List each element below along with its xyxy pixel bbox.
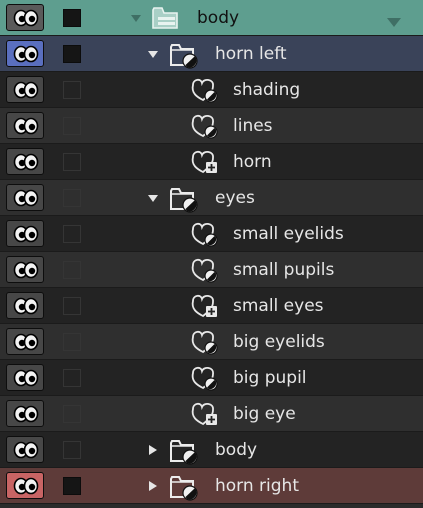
visibility-toggle[interactable] — [6, 436, 44, 463]
triangle-down-icon[interactable] — [147, 192, 159, 204]
visibility-toggle[interactable] — [6, 364, 44, 391]
layer-blob-plus-icon — [187, 291, 219, 321]
folder-group-icon — [150, 3, 182, 33]
layer-name[interactable]: shading — [233, 72, 300, 108]
layer-name[interactable]: horn left — [215, 36, 287, 72]
layer-row-small-eyes[interactable]: small eyes — [0, 288, 423, 324]
lock-checkbox[interactable] — [63, 333, 81, 351]
layer-blob-icon — [187, 111, 219, 141]
layer-row-lines[interactable]: lines — [0, 108, 423, 144]
layer-blob-plus-icon — [187, 399, 219, 429]
layer-blob-icon — [187, 255, 219, 285]
layer-name[interactable]: small pupils — [233, 252, 334, 288]
layer-row-horn[interactable]: horn — [0, 144, 423, 180]
triangle-right-icon[interactable] — [147, 480, 159, 492]
layer-name[interactable]: small eyelids — [233, 216, 344, 252]
layer-name[interactable]: big pupil — [233, 360, 307, 396]
layer-name[interactable]: big eyelids — [233, 324, 325, 360]
visibility-toggle[interactable] — [6, 292, 44, 319]
folder-icon — [168, 435, 200, 465]
lock-checkbox[interactable] — [63, 477, 81, 495]
layer-row-body[interactable]: body — [0, 0, 423, 36]
lock-checkbox[interactable] — [63, 369, 81, 387]
layer-row-small-pupils[interactable]: small pupils — [0, 252, 423, 288]
lock-checkbox[interactable] — [63, 261, 81, 279]
lock-checkbox[interactable] — [63, 81, 81, 99]
visibility-toggle[interactable] — [6, 76, 44, 103]
lock-checkbox[interactable] — [63, 153, 81, 171]
visibility-toggle[interactable] — [6, 184, 44, 211]
visibility-toggle[interactable] — [6, 148, 44, 175]
visibility-toggle[interactable] — [6, 40, 44, 67]
layer-row-shading[interactable]: shading — [0, 72, 423, 108]
triangle-down-icon[interactable] — [147, 48, 159, 60]
folder-icon — [168, 183, 200, 213]
layer-name[interactable]: horn right — [215, 468, 299, 504]
layer-blob-icon — [187, 327, 219, 357]
layer-row-body-2[interactable]: body — [0, 432, 423, 468]
layer-name[interactable]: big eye — [233, 396, 296, 432]
layer-row-small-eyelids[interactable]: small eyelids — [0, 216, 423, 252]
visibility-toggle[interactable] — [6, 112, 44, 139]
visibility-toggle[interactable] — [6, 472, 44, 499]
lock-checkbox[interactable] — [63, 189, 81, 207]
lock-checkbox[interactable] — [63, 225, 81, 243]
visibility-toggle[interactable] — [6, 328, 44, 355]
layer-blob-plus-icon — [187, 147, 219, 177]
layer-row-big-eyelids[interactable]: big eyelids — [0, 324, 423, 360]
lock-checkbox[interactable] — [63, 45, 81, 63]
layer-row-eyes[interactable]: eyes — [0, 180, 423, 216]
dropdown-arrow-icon[interactable] — [387, 13, 401, 32]
visibility-toggle[interactable] — [6, 256, 44, 283]
layer-row-horn-right[interactable]: horn right — [0, 468, 423, 504]
visibility-toggle[interactable] — [6, 220, 44, 247]
folder-icon — [168, 39, 200, 69]
folder-icon — [168, 471, 200, 501]
visibility-toggle[interactable] — [6, 4, 44, 31]
visibility-toggle[interactable] — [6, 400, 44, 427]
layer-row-big-pupil[interactable]: big pupil — [0, 360, 423, 396]
triangle-right-icon[interactable] — [147, 444, 159, 456]
layer-name[interactable]: eyes — [215, 180, 255, 216]
layer-blob-icon — [187, 75, 219, 105]
lock-checkbox[interactable] — [63, 117, 81, 135]
layer-name[interactable]: body — [215, 432, 257, 468]
layer-blob-icon — [187, 363, 219, 393]
triangle-down-icon[interactable] — [130, 12, 142, 24]
layer-name[interactable]: lines — [233, 108, 273, 144]
layer-name[interactable]: horn — [233, 144, 272, 180]
layer-name[interactable]: small eyes — [233, 288, 324, 324]
lock-checkbox[interactable] — [63, 297, 81, 315]
layer-name[interactable]: body — [197, 0, 239, 36]
layer-blob-icon — [187, 219, 219, 249]
layer-row-horn-left[interactable]: horn left — [0, 36, 423, 72]
lock-checkbox[interactable] — [63, 441, 81, 459]
layer-panel: body horn left shading lines horn eyes small e… — [0, 0, 423, 508]
lock-checkbox[interactable] — [63, 9, 81, 27]
lock-checkbox[interactable] — [63, 405, 81, 423]
layer-row-big-eye[interactable]: big eye — [0, 396, 423, 432]
